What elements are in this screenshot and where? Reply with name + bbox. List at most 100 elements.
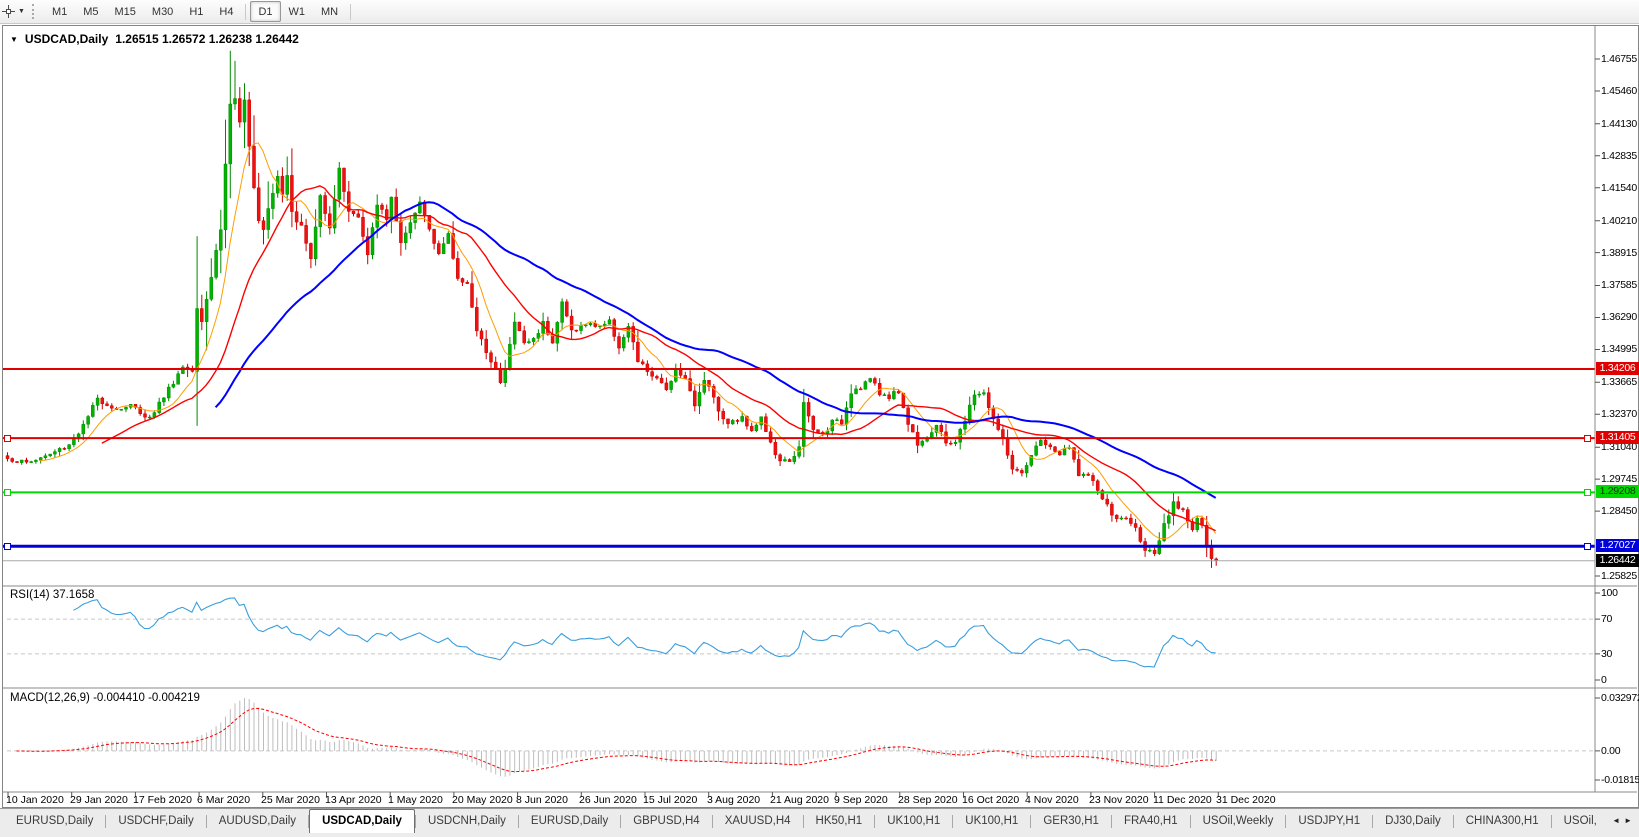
- chart-tab-china300-h1[interactable]: CHINA300,H1: [1454, 809, 1551, 833]
- date-axis-label: 13 Apr 2020: [325, 794, 382, 806]
- chart-tab-ger30-h1[interactable]: GER30,H1: [1031, 809, 1111, 833]
- price-axis-label: 1.42835: [1601, 150, 1637, 162]
- line-handle[interactable]: [4, 435, 11, 442]
- timeframe-button-w1[interactable]: W1: [281, 1, 314, 22]
- price-level-badge: 1.34206: [1596, 362, 1639, 375]
- macd-signal-line: [16, 707, 1216, 773]
- chart-tab-fra40-h1[interactable]: FRA40,H1: [1112, 809, 1190, 833]
- price-axis-label: 1.34995: [1601, 343, 1637, 355]
- line-handle[interactable]: [4, 489, 11, 496]
- macd-axis-label: 0.032972: [1601, 692, 1639, 704]
- chart-tab-usdcad-daily[interactable]: USDCAD,Daily: [309, 809, 415, 833]
- rsi-axis-label: 100: [1601, 587, 1618, 599]
- macd-label: MACD(12,26,9) -0.004410 -0.004219: [10, 692, 200, 704]
- macd-histogram: [11, 698, 1217, 777]
- candle-wicks-up: [21, 50, 1198, 555]
- chart-tab-audusd-daily[interactable]: AUDUSD,Daily: [207, 809, 308, 833]
- date-axis-label: 23 Nov 2020: [1089, 794, 1149, 806]
- price-axis-label: 1.33665: [1601, 376, 1637, 388]
- date-axis-label: 15 Jul 2020: [643, 794, 698, 806]
- price-axis-label: 1.46755: [1601, 53, 1637, 65]
- timeframe-button-m30[interactable]: M30: [144, 1, 181, 22]
- chart-tab-eurusd-daily[interactable]: EURUSD,Daily: [519, 809, 620, 833]
- timeframe-button-m5[interactable]: M5: [75, 1, 106, 22]
- price-axis-label: 1.41540: [1601, 182, 1637, 194]
- date-axis-label: 29 Jan 2020: [70, 794, 128, 806]
- tab-scroll-buttons: ◄ ►: [1610, 809, 1639, 837]
- chart-tab-uk100-h1[interactable]: UK100,H1: [953, 809, 1030, 833]
- chart-tab-usdchf-daily[interactable]: USDCHF,Daily: [106, 809, 205, 833]
- chart-tab-usdcnh-daily[interactable]: USDCNH,Daily: [416, 809, 518, 833]
- timeframe-button-h1[interactable]: H1: [181, 1, 211, 22]
- line-handle[interactable]: [4, 543, 11, 550]
- chart-ohlc-values: 1.26515 1.26572 1.26238 1.26442: [115, 32, 299, 46]
- price-axis-label: 1.25825: [1601, 570, 1637, 582]
- date-axis-label: 17 Feb 2020: [133, 794, 192, 806]
- date-axis-label: 25 Mar 2020: [261, 794, 320, 806]
- timeframe-button-d1[interactable]: D1: [250, 1, 281, 22]
- date-axis-label: 21 Aug 2020: [770, 794, 829, 806]
- date-axis-label: 20 May 2020: [452, 794, 513, 806]
- chart-tabs: EURUSD,Daily USDCHF,Daily AUDUSD,Daily USDC…: [0, 809, 1610, 833]
- rsi-axis-label: 30: [1601, 648, 1613, 660]
- timeframe-button-h4[interactable]: H4: [211, 1, 241, 22]
- crosshair-icon: [2, 5, 15, 18]
- date-axis-label: 31 Dec 2020: [1216, 794, 1276, 806]
- date-axis-label: 6 Mar 2020: [197, 794, 251, 806]
- chart-title: ▼ USDCAD,Daily 1.26515 1.26572 1.26238 1…: [10, 32, 299, 46]
- toolbar-grip[interactable]: [31, 4, 38, 19]
- line-handle[interactable]: [1584, 489, 1591, 496]
- date-axis-label: 3 Aug 2020: [707, 794, 761, 806]
- price-axis-label: 1.45460: [1601, 85, 1637, 97]
- price-axis-label: 1.32370: [1601, 408, 1637, 420]
- chart-tab-eurusd-daily[interactable]: EURUSD,Daily: [4, 809, 105, 833]
- date-axis-label: 8 Jun 2020: [516, 794, 568, 806]
- price-axis-label: 1.37585: [1601, 279, 1637, 291]
- date-axis-label: 26 Jun 2020: [579, 794, 637, 806]
- date-axis-label: 16 Oct 2020: [962, 794, 1020, 806]
- date-axis-label: 4 Nov 2020: [1025, 794, 1079, 806]
- chart-tab-uk100-h1[interactable]: UK100,H1: [875, 809, 952, 833]
- chart-tab-gbpusd-h4[interactable]: GBPUSD,H4: [621, 809, 711, 833]
- chart-window: ▼ USDCAD,Daily 1.26515 1.26572 1.26238 1…: [2, 25, 1639, 808]
- chart-tab-usoil-weekly[interactable]: USOil,Weekly: [1191, 809, 1286, 833]
- candle-bodies-up: [19, 98, 1199, 554]
- price-level-badge: 1.29208: [1596, 485, 1639, 498]
- candle-bodies-down: [5, 98, 1218, 561]
- crosshair-tool-button[interactable]: ▼: [0, 1, 28, 22]
- chart-tab-usoil-[interactable]: USOil,: [1552, 809, 1609, 833]
- price-axis-label: 1.28450: [1601, 505, 1637, 517]
- timeframe-button-m1[interactable]: M1: [44, 1, 75, 22]
- dropdown-arrow-icon: ▼: [18, 8, 25, 15]
- timeframe-buttons: M1 M5 M15 M30 H1 H4 D1 W1 MN: [44, 0, 355, 23]
- chart-tab-dj30-daily[interactable]: DJ30,Daily: [1373, 809, 1453, 833]
- price-axis-label: 1.44130: [1601, 118, 1637, 130]
- price-chart-canvas[interactable]: [3, 26, 1638, 807]
- chart-tab-xauusd-h4[interactable]: XAUUSD,H4: [713, 809, 803, 833]
- price-axis-label: 1.38915: [1601, 247, 1637, 259]
- macd-axis-label: -0.018154: [1601, 774, 1639, 786]
- ma-medium-line: [101, 185, 1216, 532]
- date-axis-label: 1 May 2020: [388, 794, 443, 806]
- chart-tab-bar: EURUSD,Daily USDCHF,Daily AUDUSD,Daily USDC…: [0, 808, 1639, 837]
- price-axis-label: 1.29745: [1601, 473, 1637, 485]
- toolbar-separator: [350, 3, 352, 20]
- timeframe-button-m15[interactable]: M15: [107, 1, 144, 22]
- current-price-badge: 1.26442: [1596, 554, 1639, 567]
- date-axis-label: 9 Sep 2020: [834, 794, 888, 806]
- chart-tab-usdjpy-h1[interactable]: USDJPY,H1: [1286, 809, 1372, 833]
- tabs-scroll-right-button[interactable]: ►: [1624, 816, 1632, 837]
- timeframe-button-mn[interactable]: MN: [313, 1, 346, 22]
- chart-tab-hk50-h1[interactable]: HK50,H1: [804, 809, 875, 833]
- line-handle[interactable]: [1584, 435, 1591, 442]
- price-axis-label: 1.36290: [1601, 311, 1637, 323]
- toolbar-separator: [245, 3, 247, 20]
- top-toolbar: ▼ M1 M5 M15 M30 H1 H4 D1 W1 MN: [0, 0, 1639, 24]
- rsi-line: [73, 597, 1216, 668]
- collapse-arrow-icon[interactable]: ▼: [10, 35, 18, 44]
- rsi-axis-label: 0: [1601, 674, 1607, 686]
- price-level-badge: 1.27027: [1596, 539, 1639, 552]
- tabs-scroll-left-button[interactable]: ◄: [1612, 816, 1620, 837]
- price-level-badge: 1.31405: [1596, 431, 1639, 444]
- line-handle[interactable]: [1584, 543, 1591, 550]
